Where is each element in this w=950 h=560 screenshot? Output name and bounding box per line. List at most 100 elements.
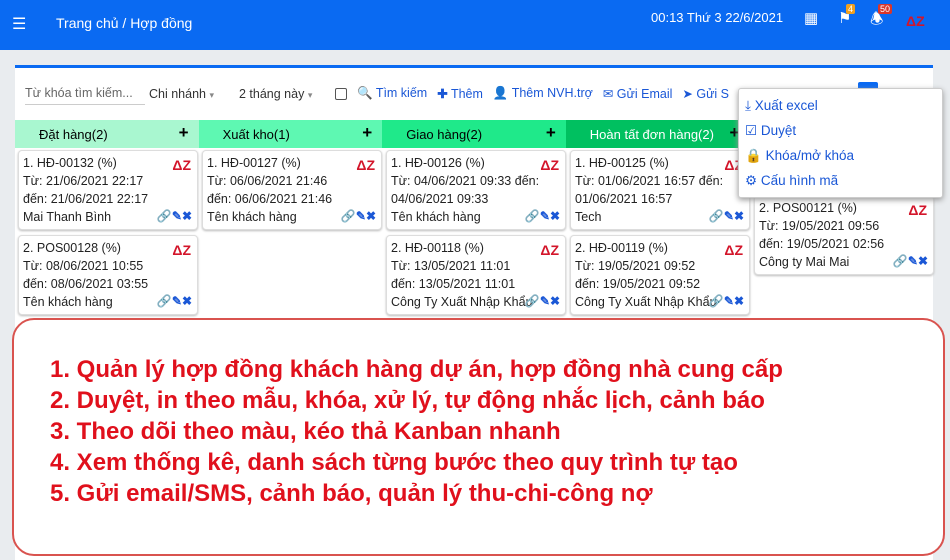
add-icon[interactable]: + (362, 123, 372, 143)
edit-icon[interactable]: ✎ (540, 209, 550, 223)
flag-badge: 4 (846, 4, 856, 14)
card-actions: 🔗✎✖ (157, 207, 192, 225)
menu-item-export-excel[interactable]: ⤓ Xuất excel (745, 93, 936, 118)
delete-icon[interactable]: ✖ (182, 294, 192, 308)
delete-icon[interactable]: ✖ (918, 254, 928, 268)
stage-label: Giao hàng(2) (406, 127, 483, 142)
link-icon[interactable]: 🔗 (157, 294, 172, 308)
kanban-column: 1. HĐ-00125 (%) Từ: 01/06/2021 16:57 đến:… (570, 150, 750, 320)
link-icon[interactable]: 🔗 (893, 254, 908, 268)
link-icon[interactable]: 🔗 (709, 294, 724, 308)
add-icon[interactable]: + (546, 123, 556, 143)
branch-label: Chi nhánh (149, 86, 206, 101)
add-label: Thêm (450, 87, 483, 101)
contract-card[interactable]: 2. HĐ-00118 (%) Từ: 13/05/2021 11:01 đến: … (386, 235, 566, 315)
menu-item-approve[interactable]: ☑ Duyệt (745, 118, 936, 143)
card-title: 1. HĐ-00125 (%) (575, 156, 669, 170)
card-from: Từ: 06/06/2021 21:46 (207, 174, 328, 188)
card-actions: 🔗✎✖ (157, 292, 192, 310)
bell-icon[interactable]: 🕭 50 (870, 4, 893, 34)
card-title: 2. POS00121 (%) (759, 201, 857, 215)
feature-line: 1. Quản lý hợp đồng khách hàng dự án, hợ… (50, 356, 783, 383)
card-title: 2. POS00128 (%) (23, 241, 121, 255)
edit-icon[interactable]: ✎ (540, 294, 550, 308)
card-title: 2. HĐ-00119 (%) (575, 241, 668, 255)
send-sms-button[interactable]: ➤ Gửi S (682, 86, 729, 101)
logo-icon: ΔZ (172, 242, 191, 258)
edit-icon[interactable]: ✎ (356, 209, 366, 223)
card-from: Từ: 01/06/2021 16:57 đến: (575, 174, 724, 188)
delete-icon[interactable]: ✖ (550, 209, 560, 223)
flag-icon[interactable]: ⚑ 4 (838, 4, 856, 27)
breadcrumb-home[interactable]: Trang chủ / (56, 15, 126, 31)
contract-card[interactable]: 1. HĐ-00126 (%) Từ: 04/06/2021 09:33 đến:… (386, 150, 566, 230)
contract-card[interactable]: 2. HĐ-00119 (%) Từ: 19/05/2021 09:52 đến: … (570, 235, 750, 315)
link-icon[interactable]: 🔗 (709, 209, 724, 223)
menu-item-code-config[interactable]: ⚙ Cấu hình mã (745, 168, 936, 193)
stage-hoan-tat[interactable]: Hoàn tất đơn hàng(2) + (565, 120, 750, 148)
card-to: 04/06/2021 09:33 (391, 192, 489, 206)
edit-icon[interactable]: ✎ (724, 209, 734, 223)
branch-select[interactable]: Chi nhánh ▾ (145, 83, 235, 105)
card-to: đến: 19/05/2021 02:56 (759, 237, 885, 251)
contract-card[interactable]: 1. HĐ-00125 (%) Từ: 01/06/2021 16:57 đến:… (570, 150, 750, 230)
card-title: 1. HĐ-00132 (%) (23, 156, 117, 170)
edit-icon[interactable]: ✎ (172, 209, 182, 223)
card-to: đến: 08/06/2021 03:55 (23, 277, 149, 291)
card-actions: 🔗✎✖ (341, 207, 376, 225)
add-staff-button[interactable]: 👤 Thêm NVH.trợ (493, 86, 593, 101)
link-icon[interactable]: 🔗 (525, 294, 540, 308)
menu-label: Duyệt (760, 123, 797, 138)
contract-card[interactable]: 2. POS00121 (%) Từ: 19/05/2021 09:56 đến: … (754, 195, 934, 275)
add-button[interactable]: ✚ Thêm (437, 86, 483, 101)
edit-icon[interactable]: ✎ (908, 254, 918, 268)
feature-callout: 1. Quản lý hợp đồng khách hàng dự án, hợ… (12, 318, 945, 556)
period-select[interactable]: 2 tháng này ▾ (235, 83, 335, 105)
card-from: Từ: 13/05/2021 11:01 (391, 259, 511, 273)
card-from: Từ: 19/05/2021 09:56 (759, 219, 880, 233)
menu-label: Xuất excel (754, 98, 818, 113)
feature-line: 3. Theo dõi theo màu, kéo thả Kanban nha… (50, 418, 561, 445)
edit-icon[interactable]: ✎ (172, 294, 182, 308)
contract-card[interactable]: 1. HĐ-00127 (%) Từ: 06/06/2021 21:46 đến: … (202, 150, 382, 230)
filter-checkbox[interactable] (335, 87, 347, 100)
feature-line: 5. Gửi email/SMS, cảnh báo, quản lý thu-… (50, 480, 653, 507)
card-title: 1. HĐ-00126 (%) (391, 156, 485, 170)
delete-icon[interactable]: ✖ (734, 209, 744, 223)
menu-item-lock[interactable]: 🔒 Khóa/mở khóa (745, 143, 936, 168)
add-icon[interactable]: + (179, 123, 189, 143)
delete-icon[interactable]: ✖ (550, 294, 560, 308)
datetime: 00:13 Thứ 3 22/6/2021 (651, 10, 784, 25)
delete-icon[interactable]: ✖ (182, 209, 192, 223)
link-icon[interactable]: 🔗 (157, 209, 172, 223)
logo: ΔZ (906, 13, 925, 29)
send-email-button[interactable]: ✉ Gửi Email (603, 86, 673, 101)
logo-icon: ΔZ (724, 242, 743, 258)
card-title: 2. HĐ-00118 (%) (391, 241, 484, 255)
kanban-column: 1. HĐ-00127 (%) Từ: 06/06/2021 21:46 đến: … (202, 150, 382, 235)
link-icon[interactable]: 🔗 (341, 209, 356, 223)
stage-dat-hang[interactable]: Đặt hàng(2) + (15, 120, 199, 148)
menu-label: Cấu hình mã (760, 173, 839, 188)
kanban-column: 1. HĐ-00132 (%) Từ: 21/06/2021 22:17 đến: … (18, 150, 198, 320)
period-label: 2 tháng này (239, 86, 305, 101)
contract-card[interactable]: 2. POS00128 (%) Từ: 08/06/2021 10:55 đến: … (18, 235, 198, 315)
search-button[interactable]: 🔍 Tìm kiếm (357, 86, 427, 101)
actions-dropdown: ⤓ Xuất excel ☑ Duyệt 🔒 Khóa/mở khóa ⚙ Cấ… (738, 88, 943, 198)
stage-label: Hoàn tất đơn hàng(2) (589, 127, 714, 142)
delete-icon[interactable]: ✖ (366, 209, 376, 223)
delete-icon[interactable]: ✖ (734, 294, 744, 308)
hamburger-menu-icon[interactable]: ☰ (12, 14, 26, 34)
logo-icon: ΔZ (540, 242, 559, 258)
edit-icon[interactable]: ✎ (724, 294, 734, 308)
bell-badge: 50 (878, 4, 893, 14)
stage-xuat-kho[interactable]: Xuất kho(1) + (198, 120, 383, 148)
toolbar: Từ khóa tìm kiếm... Chi nhánh ▾ 2 tháng … (25, 82, 729, 105)
contract-card[interactable]: 1. HĐ-00132 (%) Từ: 21/06/2021 22:17 đến: … (18, 150, 198, 230)
link-icon[interactable]: 🔗 (525, 209, 540, 223)
apps-grid-icon[interactable]: ▦ (804, 9, 818, 27)
search-input[interactable]: Từ khóa tìm kiếm... (25, 82, 145, 105)
send-email-label: Gửi Email (616, 87, 673, 101)
card-from: Từ: 08/06/2021 10:55 (23, 259, 144, 273)
stage-giao-hang[interactable]: Giao hàng(2) + (382, 120, 566, 148)
